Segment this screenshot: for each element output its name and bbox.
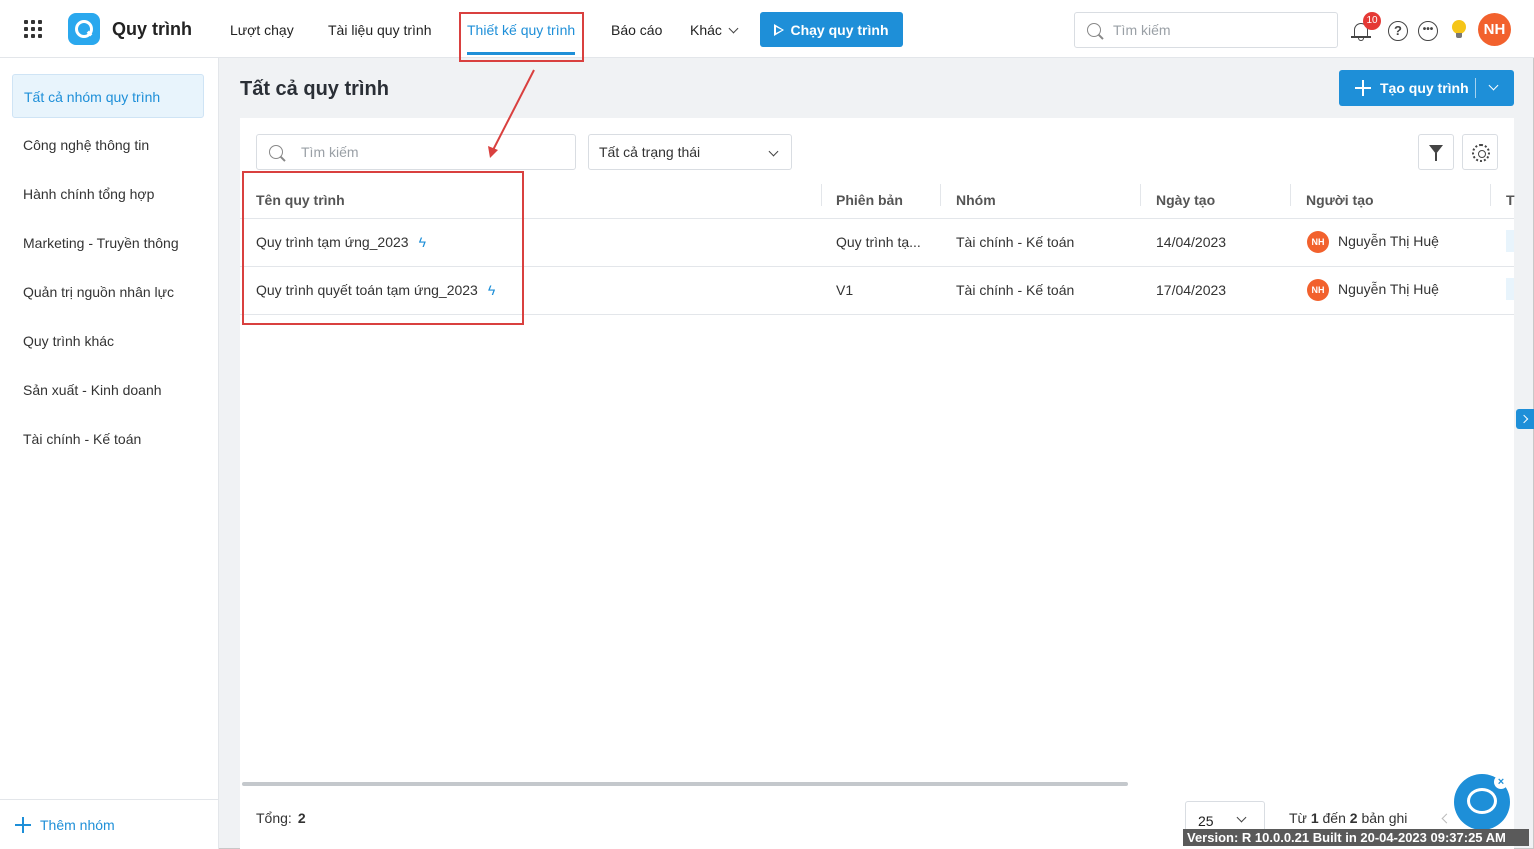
sidebar-item-tai-chinh-ke-toan[interactable]: Tài chính - Kế toán xyxy=(12,417,204,461)
app-logo-icon xyxy=(68,13,100,45)
app-title: Quy trình xyxy=(112,19,192,39)
user-avatar[interactable]: NH xyxy=(1478,13,1511,46)
page-size-value: 25 xyxy=(1198,813,1214,829)
range-to-label: đến xyxy=(1322,810,1346,826)
group-cell: Tài chính - Kế toán xyxy=(956,234,1075,250)
nav-khac-menu[interactable]: Khác xyxy=(690,22,739,38)
chevron-down-icon xyxy=(1236,812,1247,823)
chat-icon xyxy=(1467,788,1497,814)
search-icon xyxy=(269,145,283,159)
play-icon xyxy=(774,23,785,36)
add-group-button[interactable]: Thêm nhóm xyxy=(0,799,219,849)
nav-bao-cao[interactable]: Báo cáo xyxy=(611,22,662,38)
total-value: 2 xyxy=(297,810,306,826)
gear-icon xyxy=(1472,144,1490,162)
create-process-label: Tạo quy trình xyxy=(1380,80,1469,96)
status-filter-select[interactable]: Tất cả trạng thái xyxy=(588,134,792,170)
status-badge xyxy=(1506,278,1514,300)
run-process-button[interactable]: Chạy quy trình xyxy=(760,12,903,47)
creator-avatar: NH xyxy=(1307,279,1329,301)
version-info: Version: R 10.0.0.21 Built in 20-04-2023… xyxy=(1183,829,1529,846)
chevron-down-icon xyxy=(728,23,739,34)
highlight-box-nav xyxy=(459,12,584,62)
column-header-created-date[interactable]: Ngày tạo xyxy=(1156,192,1215,208)
sidebar: Tất cả nhóm quy trình Công nghệ thông ti… xyxy=(0,58,219,849)
run-process-label: Chạy quy trình xyxy=(790,21,889,38)
top-bar: Quy trình Lượt chạy Tài liệu quy trình T… xyxy=(0,0,1534,58)
range-suffix: bản ghi xyxy=(1361,810,1408,826)
global-search-placeholder: Tìm kiếm xyxy=(1113,22,1171,38)
sidebar-item-quy-trinh-khac[interactable]: Quy trình khác xyxy=(12,319,204,363)
settings-button[interactable] xyxy=(1462,134,1498,170)
sidebar-item-san-xuat-kinh-doanh[interactable]: Sản xuất - Kinh doanh xyxy=(12,368,204,412)
total-label: Tổng: xyxy=(256,810,292,826)
chevron-down-icon xyxy=(768,146,779,157)
status-filter-value: Tất cả trạng thái xyxy=(599,144,701,160)
plus-icon xyxy=(15,817,31,833)
nav-tai-lieu-quy-trinh[interactable]: Tài liệu quy trình xyxy=(328,22,432,38)
range-from: 1 xyxy=(1310,810,1319,826)
creator-cell: Nguyễn Thị Huệ xyxy=(1338,233,1439,249)
sidebar-item-quan-tri-nguon-nhan-luc[interactable]: Quản trị nguồn nhân lực xyxy=(12,270,204,314)
help-icon[interactable]: ? xyxy=(1388,21,1408,41)
column-header-version[interactable]: Phiên bản xyxy=(836,192,903,208)
process-search-placeholder: Tìm kiếm xyxy=(301,144,359,160)
group-cell: Tài chính - Kế toán xyxy=(956,282,1075,298)
add-group-label: Thêm nhóm xyxy=(40,817,115,833)
more-icon[interactable]: ••• xyxy=(1418,21,1438,41)
column-header-group[interactable]: Nhóm xyxy=(956,192,996,208)
nav-khac-label: Khác xyxy=(690,22,722,38)
creator-cell: Nguyễn Thị Huệ xyxy=(1338,281,1439,297)
column-divider xyxy=(821,184,822,206)
plus-icon xyxy=(1355,80,1371,96)
column-divider xyxy=(1290,184,1291,206)
lightbulb-icon[interactable] xyxy=(1452,20,1466,38)
sidebar-item-hanh-chinh-tong-hop[interactable]: Hành chính tổng hợp xyxy=(12,172,204,216)
prev-page-icon[interactable] xyxy=(1441,813,1452,824)
column-divider xyxy=(1490,184,1491,206)
version-cell: V1 xyxy=(836,282,854,298)
creator-avatar: NH xyxy=(1307,231,1329,253)
range-from-label: Từ xyxy=(1289,810,1307,826)
page-title: Tất cả quy trình xyxy=(240,78,389,100)
version-cell: Quy trình tạ... xyxy=(836,234,921,250)
column-divider xyxy=(1140,184,1141,206)
total-count: Tổng: 2 xyxy=(256,810,306,826)
annotation-arrow-icon xyxy=(488,69,535,158)
close-icon[interactable]: × xyxy=(1494,775,1508,789)
apps-grid-icon[interactable] xyxy=(24,20,42,38)
expand-panel-icon[interactable] xyxy=(1516,409,1534,429)
record-range: Từ 1 đến 2 bản ghi xyxy=(1289,810,1407,826)
column-header-truncated[interactable]: T xyxy=(1506,192,1515,208)
global-search-input[interactable]: Tìm kiếm xyxy=(1074,12,1338,48)
chevron-down-icon[interactable] xyxy=(1488,80,1499,91)
range-to: 2 xyxy=(1349,810,1358,826)
filter-icon xyxy=(1429,145,1443,161)
status-badge xyxy=(1506,230,1514,252)
create-process-button[interactable]: Tạo quy trình xyxy=(1339,70,1514,106)
created-date-cell: 17/04/2023 xyxy=(1156,282,1227,298)
notification-badge: 10 xyxy=(1363,12,1381,30)
search-icon xyxy=(1087,23,1101,37)
button-divider xyxy=(1475,78,1476,98)
horizontal-scrollbar[interactable] xyxy=(242,782,1128,786)
created-date-cell: 14/04/2023 xyxy=(1156,234,1227,250)
highlight-box-rows xyxy=(242,171,524,325)
sidebar-item-marketing-truyen-thong[interactable]: Marketing - Truyền thông xyxy=(12,221,204,265)
nav-luot-chay[interactable]: Lượt chạy xyxy=(230,22,294,38)
column-header-creator[interactable]: Người tạo xyxy=(1306,192,1374,208)
filter-button[interactable] xyxy=(1418,134,1454,170)
column-divider xyxy=(940,184,941,206)
sidebar-item-all-groups[interactable]: Tất cả nhóm quy trình xyxy=(12,74,204,118)
sidebar-item-cong-nghe-thong-tin[interactable]: Công nghệ thông tin xyxy=(12,123,204,167)
